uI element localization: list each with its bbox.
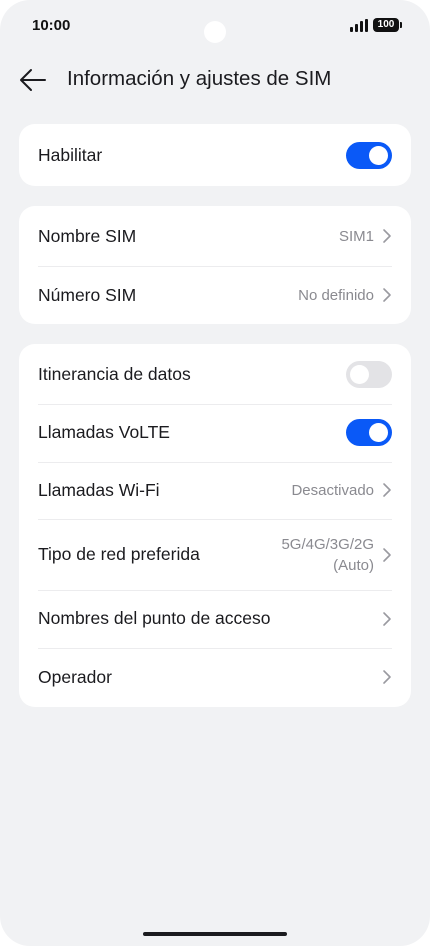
roaming-toggle[interactable]	[346, 360, 392, 388]
sim-number-label: Número SIM	[38, 284, 137, 305]
signal-icon	[350, 19, 368, 32]
network-type-value: 5G/4G/3G/2G (Auto)	[281, 534, 374, 576]
network-type-value-line2: (Auto)	[333, 556, 374, 574]
battery-icon: 100	[373, 18, 402, 32]
status-time: 10:00	[32, 17, 71, 34]
wifi-calls-value: Desactivado	[291, 481, 374, 499]
roaming-row[interactable]: Itinerancia de datos	[19, 344, 411, 404]
network-type-value-line1: 5G/4G/3G/2G	[281, 535, 374, 553]
status-bar: 10:00 100	[0, 0, 430, 52]
page-title: Información y ajustes de SIM	[67, 67, 332, 90]
chevron-right-icon	[383, 547, 391, 562]
network-type-label: Tipo de red preferida	[38, 544, 200, 564]
enable-toggle[interactable]	[346, 141, 392, 169]
sim-number-value: No definido	[298, 286, 374, 304]
sim-name-row[interactable]: Nombre SIM SIM1	[19, 206, 411, 266]
volte-row[interactable]: Llamadas VoLTE	[19, 404, 411, 462]
sim-number-row[interactable]: Número SIM No definido	[19, 266, 411, 324]
network-type-row[interactable]: Tipo de red preferida 5G/4G/3G/2G (Auto)	[19, 519, 411, 590]
enable-row[interactable]: Habilitar	[19, 124, 411, 186]
enable-label: Habilitar	[38, 144, 103, 165]
chevron-right-icon	[383, 229, 391, 243]
wifi-calls-label: Llamadas Wi-Fi	[38, 479, 160, 500]
chevron-right-icon	[383, 611, 391, 626]
home-indicator[interactable]	[143, 932, 287, 936]
network-card: Itinerancia de datos Llamadas VoLTE Llam…	[19, 344, 411, 707]
screen: 10:00 100 Información y ajustes de SIM H…	[0, 0, 430, 946]
operator-label: Operador	[38, 666, 112, 687]
chevron-right-icon	[383, 288, 391, 302]
sim-card: Nombre SIM SIM1 Número SIM No definido	[19, 206, 411, 324]
camera-cutout	[204, 21, 226, 43]
volte-toggle[interactable]	[346, 419, 392, 447]
apn-label: Nombres del punto de acceso	[38, 608, 271, 629]
operator-row[interactable]: Operador	[19, 647, 411, 707]
enable-card: Habilitar	[19, 124, 411, 186]
volte-label: Llamadas VoLTE	[38, 422, 170, 443]
roaming-label: Itinerancia de datos	[38, 363, 191, 384]
chevron-right-icon	[383, 483, 391, 498]
header: Información y ajustes de SIM	[0, 56, 430, 104]
arrow-left-icon[interactable]	[18, 66, 48, 94]
wifi-calls-row[interactable]: Llamadas Wi-Fi Desactivado	[19, 461, 411, 520]
sim-name-label: Nombre SIM	[38, 225, 137, 246]
apn-row[interactable]: Nombres del punto de acceso	[19, 590, 411, 648]
sim-name-value: SIM1	[338, 227, 374, 245]
chevron-right-icon	[383, 670, 391, 684]
